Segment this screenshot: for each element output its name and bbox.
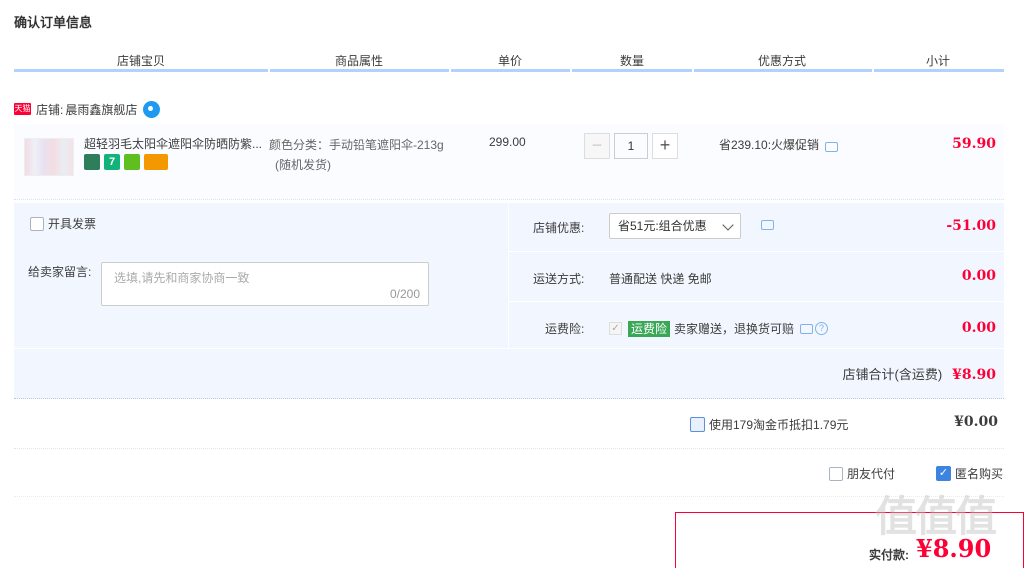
column-header-subtotal: 小计 [926, 54, 951, 68]
site-watermark: 值值值 [875, 492, 997, 541]
friend-pay-label: 朋友代付 [847, 467, 896, 481]
item-subtotal: 59.90 [952, 136, 996, 152]
friend-pay-option[interactable]: 朋友代付 [829, 465, 895, 482]
insurance-badge: 运费险 [628, 320, 671, 337]
anonymous-label: 匿名购买 [955, 467, 1004, 481]
guarantee-icon [124, 154, 140, 170]
coin-label: 使用179淘金币抵扣1.79元 [709, 418, 849, 432]
shop-discount-label: 店铺优惠: [533, 221, 585, 235]
order-costs: 店铺优惠: 省51元:组合优惠 -51.00 运送方式: 普通配送 快递 免邮 … [509, 203, 1004, 349]
friend-pay-checkbox[interactable] [829, 466, 843, 481]
insurance-row: ✓ 运费险 卖家赠送，退换货可赔 ? [609, 320, 829, 337]
item-attributes: 颜色分类：手动铅笔遮阳伞-213g (随机发货) [269, 135, 444, 175]
shop-row: 天猫 店铺: 晨雨鑫旗舰店 [14, 100, 161, 118]
column-header-underline [14, 69, 1004, 72]
shop-discount-selected: 省51元:组合优惠 [618, 219, 707, 233]
column-header-promo: 优惠方式 [758, 54, 807, 68]
page-title: 确认订单信息 [14, 15, 93, 30]
shop-total: 店铺合计(含运费) ¥8.90 [842, 364, 996, 383]
chevron-down-icon [722, 219, 734, 231]
quantity-plus-button[interactable]: + [652, 133, 678, 159]
discount-comment-icon[interactable] [761, 220, 774, 230]
item-service-icons: 7 [84, 154, 168, 170]
column-header-item: 店铺宝贝 [117, 54, 166, 68]
shop-discount-amount: -51.00 [946, 218, 996, 234]
insurance-text: 卖家赠送，退换货可赔 [674, 322, 795, 336]
invoice-label: 开具发票 [48, 217, 97, 231]
credit-card-icon [144, 154, 168, 170]
column-header-price: 单价 [498, 54, 523, 68]
item-title-link[interactable]: 超轻羽毛太阳伞遮阳伞防晒防紫... [84, 135, 264, 152]
order-detail-panel: 开具发票 给卖家留言: 选填,请先和商家协商一致 0/200 店铺优惠: 省51… [14, 203, 1004, 399]
item-promotion: 省239.10:火爆促销 [719, 136, 839, 153]
column-header-attr: 商品属性 [335, 54, 384, 68]
shipping-method: 普通配送 快递 免邮 [609, 272, 712, 286]
help-icon[interactable]: ? [815, 322, 829, 335]
insurance-checkbox: ✓ [609, 322, 622, 335]
insurance-label: 运费险: [545, 322, 585, 336]
invoice-checkbox[interactable] [30, 216, 44, 231]
memo-placeholder: 选填,请先和商家协商一致 [114, 271, 250, 285]
quantity-stepper: − 1 + [584, 133, 678, 159]
seller-message-textarea[interactable]: 选填,请先和商家协商一致 0/200 [101, 262, 429, 306]
insurance-comment-icon[interactable] [800, 323, 814, 334]
shop-discount-select[interactable]: 省51元:组合优惠 [609, 213, 741, 239]
item-thumbnail[interactable] [24, 138, 74, 176]
column-header-qty: 数量 [620, 54, 645, 68]
shop-total-label: 店铺合计(含运费) [842, 367, 943, 382]
divider [14, 496, 1004, 497]
coin-checkbox[interactable] [690, 417, 705, 432]
promo-comment-icon[interactable] [825, 141, 839, 152]
taobao-coin-option[interactable]: 使用179淘金币抵扣1.79元 [690, 416, 848, 433]
shipping-amount: 0.00 [961, 268, 996, 284]
payment-label: 实付款: [869, 548, 909, 562]
coin-discount-amount: ¥0.00 [954, 414, 998, 430]
memo-char-count: 0/200 [389, 287, 420, 301]
item-attr-color: 颜色分类：手动铅笔遮阳伞-213g [269, 138, 444, 152]
anonymous-purchase-option[interactable]: ✓ 匿名购买 [936, 465, 1003, 482]
shop-label: 店铺: [36, 102, 64, 117]
memo-label: 给卖家留言: [28, 265, 92, 279]
shop-total-value: ¥8.90 [952, 367, 996, 383]
new-product-icon [84, 154, 100, 170]
quantity-input[interactable]: 1 [614, 133, 648, 159]
quantity-minus-button[interactable]: − [584, 133, 610, 159]
order-extras: 开具发票 给卖家留言: 选填,请先和商家协商一致 0/200 [14, 203, 508, 349]
divider [14, 448, 1004, 449]
item-unit-price: 299.00 [489, 135, 526, 149]
item-attr-note: (随机发货) [275, 158, 331, 172]
insurance-amount: 0.00 [961, 320, 996, 336]
anonymous-checkbox[interactable]: ✓ [936, 466, 951, 481]
shipping-label: 运送方式: [533, 272, 585, 286]
seven-day-return-icon: 7 [104, 154, 120, 170]
order-item-row: 超轻羽毛太阳伞遮阳伞防晒防紫... 7 颜色分类：手动铅笔遮阳伞-213g (随… [14, 124, 1004, 200]
tmall-icon: 天猫 [14, 103, 31, 115]
invoice-option[interactable]: 开具发票 [30, 215, 96, 232]
wangwang-chat-icon[interactable] [143, 100, 161, 118]
promotion-text: 省239.10:火爆促销 [719, 138, 820, 152]
column-headers: 店铺宝贝 商品属性 单价 数量 优惠方式 小计 [14, 50, 1004, 70]
shop-name-link[interactable]: 晨雨鑫旗舰店 [65, 101, 137, 118]
